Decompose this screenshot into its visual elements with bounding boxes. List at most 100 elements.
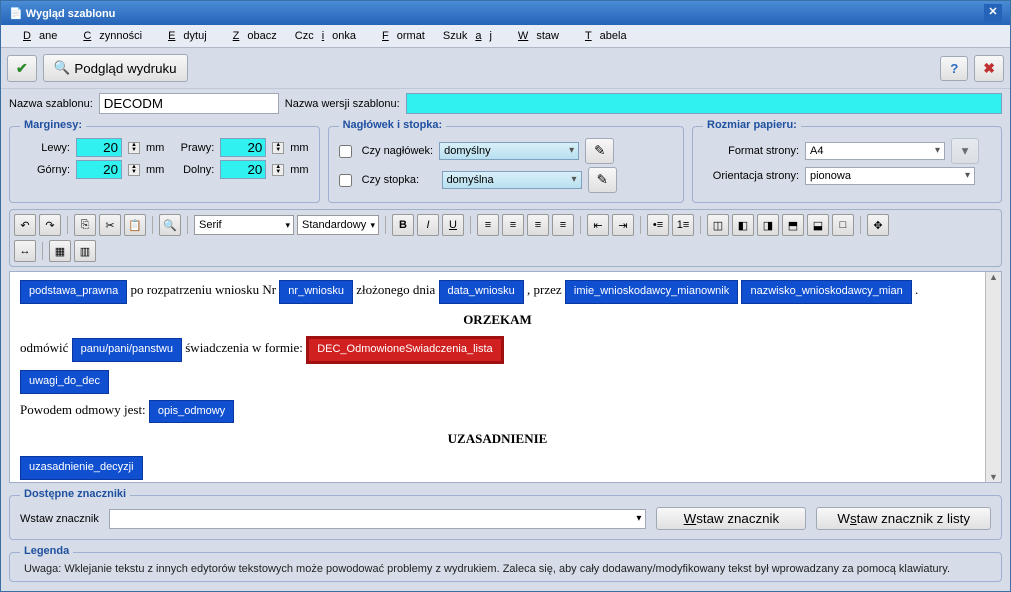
font-family-combo[interactable]: Serif	[194, 215, 294, 235]
close-button[interactable]: ✕	[984, 4, 1002, 22]
titlebar: 📄 Wygląd szablonu ✕	[1, 1, 1010, 25]
margin-left-spinner[interactable]: ▲▼	[128, 142, 140, 154]
paper-format-extra-button: ▾	[951, 138, 979, 164]
menu-tabela[interactable]: Tabela	[569, 27, 635, 45]
border-all-button[interactable]: ◫	[707, 214, 729, 236]
indent-left-button[interactable]: ⇤	[587, 214, 609, 236]
font-style-combo[interactable]: Standardowy	[297, 215, 379, 235]
redo-button[interactable]: ↷	[39, 214, 61, 236]
text-segment: złożonego dnia	[356, 282, 438, 297]
margin-right-spinner[interactable]: ▲▼	[272, 142, 284, 154]
header-combo[interactable]: domyślny	[439, 142, 579, 160]
footer-checkbox[interactable]	[339, 174, 352, 187]
menu-dane[interactable]: Dane	[7, 27, 65, 45]
footer-combo[interactable]: domyślna	[442, 171, 582, 189]
tag-nr-wniosku[interactable]: nr_wniosku	[279, 280, 353, 304]
pencil-icon: ✎	[597, 172, 608, 188]
italic-button[interactable]: I	[417, 214, 439, 236]
extra-button-1[interactable]: ↔	[14, 240, 36, 262]
legend-legend: Legenda	[20, 545, 73, 557]
menu-format[interactable]: Format	[366, 27, 433, 45]
margin-right-unit: mm	[290, 142, 308, 154]
bold-button[interactable]: B	[392, 214, 414, 236]
menu-czynnosci[interactable]: Czynności	[67, 27, 150, 45]
copy-button[interactable]: ⎘	[74, 214, 96, 236]
tag-imie-wnioskodawcy[interactable]: imie_wnioskodawcy_mianownik	[565, 280, 738, 304]
paste-button[interactable]: 📋	[124, 214, 146, 236]
menu-szukaj[interactable]: Szukaj	[435, 27, 500, 45]
margins-legend: Marginesy:	[20, 119, 86, 131]
header-edit-button[interactable]: ✎	[585, 138, 614, 164]
paper-legend: Rozmiar papieru:	[703, 119, 801, 131]
footer-edit-button[interactable]: ✎	[588, 167, 617, 193]
marker-combo[interactable]	[109, 509, 647, 529]
tag-uwagi-do-dec[interactable]: uwagi_do_dec	[20, 370, 109, 394]
check-icon: ✔	[16, 60, 28, 77]
margin-bottom-input[interactable]	[220, 160, 266, 179]
heading-uzasadnienie: UZASADNIENIE	[20, 429, 975, 450]
text-segment: Powodem odmowy jest:	[20, 402, 149, 417]
header-checkbox[interactable]	[339, 145, 352, 158]
border-left-button[interactable]: ◧	[732, 214, 754, 236]
table-button-2[interactable]: ▥	[74, 240, 96, 262]
main-toolbar: ✔ 🔍Podgląd wydruku ? ✖	[1, 48, 1010, 89]
tag-nazwisko-wnioskodawcy[interactable]: nazwisko_wnioskodawcy_mian	[741, 280, 911, 304]
border-top-button[interactable]: ⬒	[782, 214, 804, 236]
margin-left-label: Lewy:	[20, 142, 70, 154]
paper-format-label: Format strony:	[703, 145, 799, 157]
insert-marker-label: Wstaw znacznik	[20, 513, 99, 525]
editor-content[interactable]: podstawa_prawna po rozpatrzeniu wniosku …	[10, 272, 985, 482]
margin-right-input[interactable]	[220, 138, 266, 157]
indent-right-button[interactable]: ⇥	[612, 214, 634, 236]
align-left-button[interactable]: ≡	[477, 214, 499, 236]
cut-button[interactable]: ✂	[99, 214, 121, 236]
footer-label: Czy stopka:	[362, 174, 436, 186]
undo-button[interactable]: ↶	[14, 214, 36, 236]
align-center-button[interactable]: ≡	[502, 214, 524, 236]
list-bullet-button[interactable]: •≡	[647, 214, 669, 236]
paper-orient-label: Orientacja strony:	[703, 170, 799, 182]
margin-left-unit: mm	[146, 142, 164, 154]
margin-bottom-spinner[interactable]: ▲▼	[272, 164, 284, 176]
tag-uzasadnienie-decyzji[interactable]: uzasadnienie_decyzji	[20, 456, 143, 480]
app-icon: 📄	[9, 8, 23, 20]
margin-left-input[interactable]	[76, 138, 122, 157]
print-preview-button[interactable]: 🔍Podgląd wydruku	[43, 54, 188, 82]
help-button[interactable]: ?	[940, 56, 968, 81]
zoom-button[interactable]: 🔍	[159, 214, 181, 236]
margin-top-input[interactable]	[76, 160, 122, 179]
menu-edytuj[interactable]: Edytuj	[152, 27, 215, 45]
window-title: Wygląd szablonu	[26, 8, 116, 20]
tag-data-wniosku[interactable]: data_wniosku	[439, 280, 524, 304]
move-button[interactable]: ✥	[867, 214, 889, 236]
tag-panu-pani[interactable]: panu/pani/panstwu	[72, 338, 182, 362]
insert-marker-from-list-button[interactable]: Wstaw znacznik z listy	[816, 507, 991, 530]
template-name-input[interactable]	[99, 93, 279, 114]
version-name-input[interactable]	[406, 93, 1002, 114]
border-none-button[interactable]: □	[832, 214, 854, 236]
table-button-1[interactable]: ▦	[49, 240, 71, 262]
align-right-button[interactable]: ≡	[527, 214, 549, 236]
menu-wstaw[interactable]: Wstaw	[502, 27, 567, 45]
tag-opis-odmowy[interactable]: opis_odmowy	[149, 400, 234, 424]
underline-button[interactable]: U	[442, 214, 464, 236]
menu-zobacz[interactable]: Zobacz	[217, 27, 285, 45]
border-bottom-button[interactable]: ⬓	[807, 214, 829, 236]
margin-top-spinner[interactable]: ▲▼	[128, 164, 140, 176]
pencil-icon: ✎	[594, 143, 605, 159]
tag-odmowione-swiadczenia[interactable]: DEC_OdmowioneSwiadczenia_lista	[306, 336, 503, 364]
legend-note: Uwaga: Wklejanie tekstu z innych edytoró…	[20, 561, 991, 577]
vertical-scrollbar[interactable]: ▲▼	[985, 272, 1001, 482]
template-name-label: Nazwa szablonu:	[9, 98, 93, 110]
tag-podstawa-prawna[interactable]: podstawa_prawna	[20, 280, 127, 304]
accept-button[interactable]: ✔	[7, 55, 37, 82]
insert-marker-button[interactable]: Wstaw znacznik	[656, 507, 806, 530]
border-right-button[interactable]: ◨	[757, 214, 779, 236]
list-number-button[interactable]: 1≡	[672, 214, 694, 236]
margin-bottom-label: Dolny:	[170, 164, 214, 176]
menu-czcionka[interactable]: Czcionka	[287, 27, 364, 45]
align-justify-button[interactable]: ≡	[552, 214, 574, 236]
paper-orient-combo[interactable]: pionowa	[805, 167, 975, 185]
paper-format-combo[interactable]: A4	[805, 142, 945, 160]
cancel-button[interactable]: ✖	[974, 55, 1004, 82]
